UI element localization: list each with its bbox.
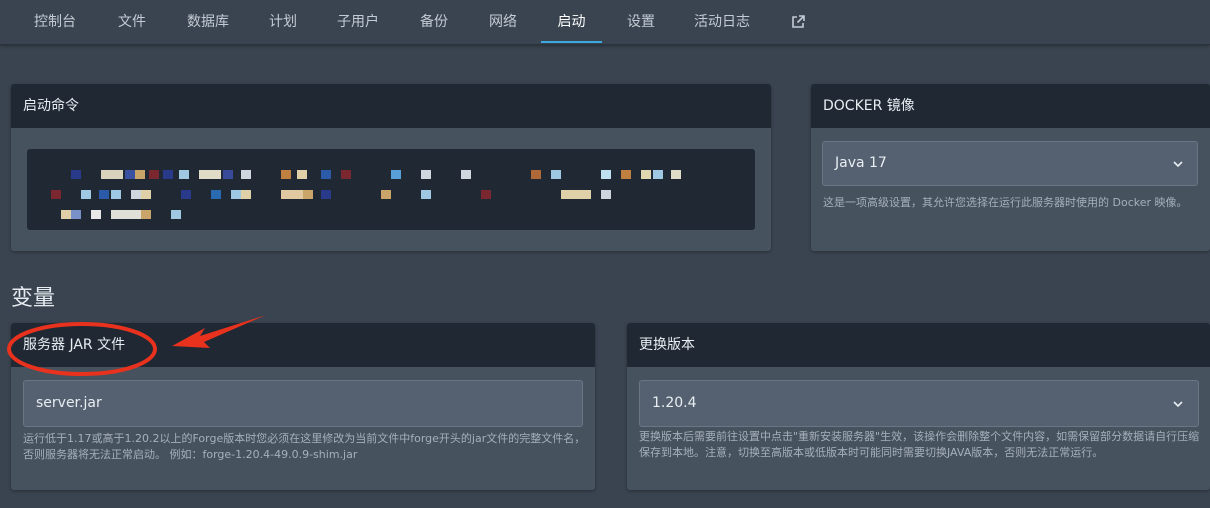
chevron-down-icon <box>1173 161 1183 168</box>
pixel <box>461 170 471 179</box>
card-header: 启动命令 <box>11 84 771 128</box>
pixel <box>223 170 233 179</box>
pixel <box>381 190 391 199</box>
pixel <box>481 190 491 199</box>
pixel <box>135 170 145 179</box>
version-help-text: 更换版本后需要前往设置中点击"重新安装服务器"生效，该操作会删除整个文件内容，如… <box>639 430 1200 459</box>
tab-subusers[interactable]: 子用户 <box>325 0 391 44</box>
pixel <box>163 170 173 179</box>
docker-help-text: 这是一项高级设置，其允许您选择在运行此服务器时使用的 Docker 映像。 <box>823 196 1188 209</box>
card-header: DOCKER 镜像 <box>811 84 1210 128</box>
pixel <box>51 190 61 199</box>
tab-startup[interactable]: 启动 <box>541 0 602 44</box>
pixel <box>321 190 331 199</box>
card-title: DOCKER 镜像 <box>823 98 915 114</box>
pixel <box>199 170 221 179</box>
pixel <box>281 170 291 179</box>
pixel <box>125 170 135 179</box>
pixel <box>131 190 141 199</box>
pixel <box>99 190 109 199</box>
tab-files[interactable]: 文件 <box>104 0 160 44</box>
startup-command-blurred <box>27 149 755 230</box>
active-tab-indicator <box>541 41 602 43</box>
pixel <box>149 170 159 179</box>
change-version-card: 更换版本 1.20.4 更换版本后需要前往设置中点击"重新安装服务器"生效，该操… <box>627 323 1210 490</box>
pixel <box>303 190 313 199</box>
pixel <box>111 190 121 199</box>
pixel <box>211 190 221 199</box>
startup-command-card: 启动命令 <box>11 84 771 251</box>
pixel <box>561 190 591 199</box>
pixel <box>281 190 303 199</box>
external-link-icon[interactable] <box>790 14 806 30</box>
pixel <box>653 170 663 179</box>
tab-databases[interactable]: 数据库 <box>172 0 244 44</box>
pixel <box>231 190 241 199</box>
pixel <box>421 190 431 199</box>
tab-network[interactable]: 网络 <box>474 0 532 44</box>
pixel <box>111 210 141 219</box>
tab-console[interactable]: 控制台 <box>22 0 88 44</box>
server-jar-input[interactable]: server.jar <box>23 380 583 427</box>
version-select[interactable]: 1.20.4 <box>639 380 1199 427</box>
input-value: server.jar <box>36 395 102 411</box>
docker-image-select[interactable]: Java 17 <box>822 141 1198 186</box>
tab-schedules[interactable]: 计划 <box>255 0 311 44</box>
pixel <box>621 170 631 179</box>
pixel <box>101 170 123 179</box>
pixel <box>181 190 191 199</box>
card-title: 更换版本 <box>639 337 695 353</box>
pixel <box>71 170 81 179</box>
pixel <box>141 190 151 199</box>
card-header: 更换版本 <box>627 323 1210 367</box>
pixel <box>341 170 351 179</box>
pixel <box>141 210 151 219</box>
pixel <box>71 210 81 219</box>
server-jar-card: 服务器 JAR 文件 server.jar 运行低于1.17或高于1.20.2以… <box>11 323 595 490</box>
pixel <box>601 190 611 199</box>
pixel <box>321 170 331 179</box>
pixel <box>81 190 91 199</box>
pixel <box>551 170 561 179</box>
tab-backups[interactable]: 备份 <box>406 0 462 44</box>
pixel <box>241 190 251 199</box>
section-title-variables: 变量 <box>11 286 56 311</box>
pixel <box>671 170 681 179</box>
docker-image-card: DOCKER 镜像 Java 17 这是一项高级设置，其允许您选择在运行此服务器… <box>811 84 1210 251</box>
chevron-down-icon <box>1173 401 1183 408</box>
pixel <box>641 170 651 179</box>
pixel <box>91 210 101 219</box>
pixel <box>297 170 307 179</box>
card-title: 服务器 JAR 文件 <box>23 337 126 353</box>
tab-activity-log[interactable]: 活动日志 <box>680 0 764 44</box>
pixel <box>531 170 541 179</box>
select-value: 1.20.4 <box>652 395 697 411</box>
tab-settings[interactable]: 设置 <box>613 0 669 44</box>
card-title: 启动命令 <box>23 98 79 114</box>
pixel <box>421 170 431 179</box>
card-header: 服务器 JAR 文件 <box>11 323 595 367</box>
pixel <box>179 170 189 179</box>
pixel <box>601 170 611 179</box>
pixel <box>171 210 181 219</box>
pixel <box>61 210 71 219</box>
pixel <box>241 170 251 179</box>
top-navigation: 控制台 文件 数据库 计划 子用户 备份 网络 启动 设置 活动日志 <box>0 0 1210 45</box>
pixel <box>391 170 401 179</box>
server-jar-help-text: 运行低于1.17或高于1.20.2以上的Forge版本时您必须在这里修改为当前文… <box>23 432 586 461</box>
select-value: Java 17 <box>835 155 887 171</box>
